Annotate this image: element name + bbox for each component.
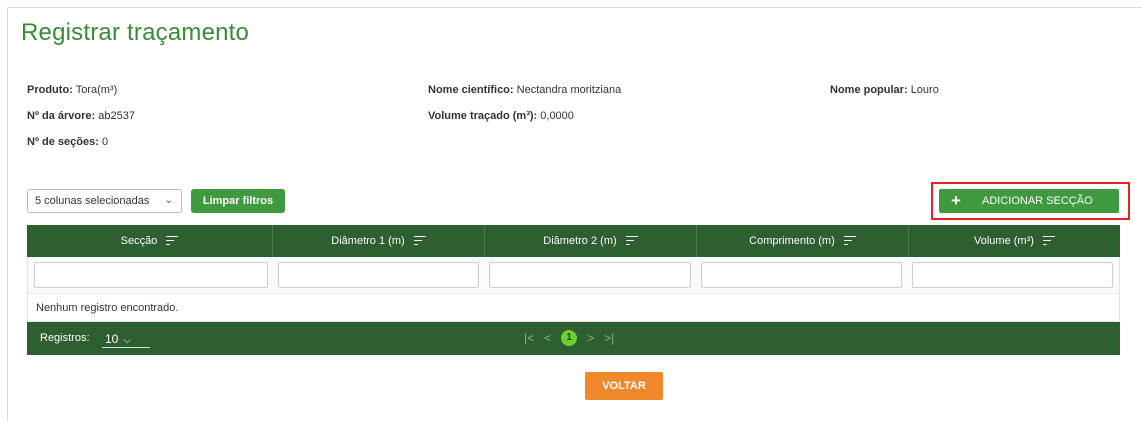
sections-grid: Secção Diâmetro 1 (m) Diâmetro 2 (m) Com…: [27, 225, 1120, 355]
grid-header: Secção Diâmetro 1 (m) Diâmetro 2 (m) Com…: [27, 225, 1120, 257]
column-header-label: Volume (m³): [974, 235, 1034, 247]
empty-message: Nenhum registro encontrado.: [27, 293, 1120, 322]
chevron-down-icon: ⌄: [164, 195, 173, 206]
add-section-label: ADICIONAR SECÇÃO: [982, 195, 1093, 207]
chevron-down-icon: ⌵: [123, 335, 131, 346]
info-nome-cientifico: Nome científico: Nectandra moritziana: [428, 84, 621, 96]
column-header-diametro-2[interactable]: Diâmetro 2 (m): [485, 225, 697, 257]
columns-select[interactable]: 5 colunas selecionadas ⌄: [27, 189, 182, 213]
info-volume-label: Volume traçado (m³):: [428, 110, 538, 122]
current-page-button[interactable]: 1: [561, 330, 578, 346]
filter-input-volume[interactable]: [912, 262, 1113, 288]
column-header-volume[interactable]: Volume (m³): [909, 225, 1120, 257]
filter-cell: [274, 257, 486, 293]
info-volume-value: 0,0000: [540, 110, 574, 122]
info-volume: Volume traçado (m³): 0,0000: [428, 110, 574, 122]
column-header-seccao[interactable]: Secção: [27, 225, 273, 257]
page-size-underline: [102, 347, 150, 348]
column-header-label: Diâmetro 2 (m): [543, 235, 617, 247]
filter-cell: [485, 257, 697, 293]
info-secoes-label: Nº de seções:: [27, 136, 99, 148]
info-secoes: Nº de seções: 0: [27, 136, 108, 148]
first-page-icon[interactable]: |<: [524, 331, 534, 345]
next-page-icon[interactable]: >: [587, 331, 594, 345]
filter-row: [27, 257, 1120, 293]
prev-page-icon[interactable]: <: [544, 331, 551, 345]
filter-cell: [28, 257, 274, 293]
filter-icon[interactable]: [1042, 235, 1055, 246]
info-nome-cientifico-value: Nectandra moritziana: [516, 84, 622, 96]
add-section-button[interactable]: + ADICIONAR SECÇÃO: [939, 189, 1119, 213]
column-header-diametro-1[interactable]: Diâmetro 1 (m): [273, 225, 485, 257]
filter-icon[interactable]: [413, 235, 426, 246]
info-arvore-label: Nº da árvore:: [27, 110, 96, 122]
info-arvore: Nº da árvore: ab2537: [27, 110, 135, 122]
column-header-label: Diâmetro 1 (m): [331, 235, 405, 247]
page-size-value: 10: [105, 332, 119, 346]
column-header-comprimento[interactable]: Comprimento (m): [697, 225, 909, 257]
plus-icon: +: [951, 191, 961, 210]
filter-input-diametro-2[interactable]: [489, 262, 691, 288]
pagination: |< < 1 > >|: [519, 330, 619, 346]
columns-select-value: 5 colunas selecionadas: [35, 195, 150, 207]
filter-cell: [908, 257, 1119, 293]
clear-filters-button[interactable]: Limpar filtros: [191, 189, 285, 213]
back-button[interactable]: VOLTAR: [585, 372, 663, 400]
info-produto-label: Produto:: [27, 84, 73, 96]
filter-input-seccao[interactable]: [34, 262, 268, 288]
column-header-label: Comprimento (m): [749, 235, 835, 247]
records-label: Registros:: [40, 332, 90, 344]
filter-input-diametro-1[interactable]: [277, 262, 480, 288]
info-produto: Produto: Tora(m³): [27, 84, 117, 96]
info-nome-popular: Nome popular: Louro: [830, 84, 939, 96]
info-nome-cientifico-label: Nome científico:: [428, 84, 514, 96]
last-page-icon[interactable]: >|: [604, 331, 614, 345]
filter-input-comprimento[interactable]: [700, 262, 903, 288]
page-size-select[interactable]: 10 ⌵: [105, 332, 131, 346]
grid-footer: Registros: 10 ⌵ |< < 1 > >|: [27, 322, 1120, 355]
page-title: Registrar traçamento: [21, 19, 250, 46]
info-nome-popular-value: Louro: [910, 84, 939, 96]
info-nome-popular-label: Nome popular:: [830, 84, 908, 96]
filter-cell: [697, 257, 909, 293]
info-secoes-value: 0: [101, 136, 109, 148]
filter-icon[interactable]: [625, 235, 638, 246]
column-header-label: Secção: [120, 235, 158, 247]
filter-icon[interactable]: [166, 235, 179, 246]
info-produto-value: Tora(m³): [75, 84, 118, 96]
info-arvore-value: ab2537: [98, 110, 135, 122]
filter-icon[interactable]: [843, 235, 856, 246]
